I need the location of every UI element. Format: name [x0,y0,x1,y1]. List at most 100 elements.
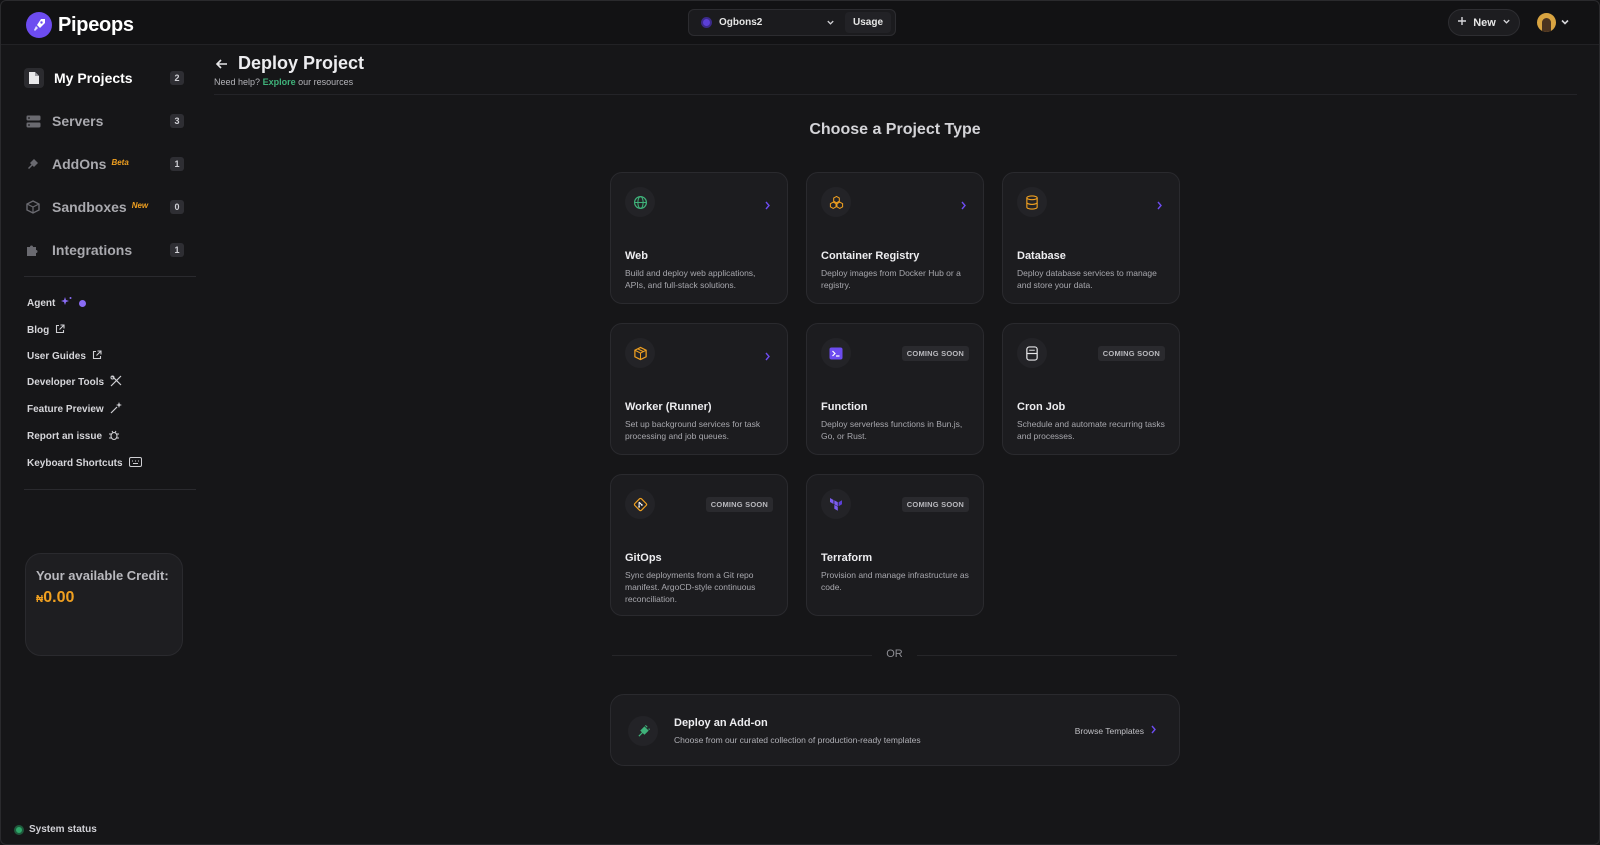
card-title: GitOps [625,552,662,564]
beta-badge: Beta [111,157,129,167]
status-indicator [14,824,24,835]
card-description: Deploy images from Docker Hub or a regis… [821,268,961,290]
project-type-card-container-registry[interactable]: Container Registry Deploy images from Do… [806,172,984,304]
user-menu[interactable] [1534,9,1576,36]
project-type-card-database[interactable]: Database Deploy database services to man… [1002,172,1180,304]
sidebar-link-keyboard-shortcuts[interactable]: Keyboard Shortcuts [27,455,142,471]
terminal-icon [821,338,851,368]
credit-value: 0.00 [43,589,75,606]
chevron-right-icon [960,197,967,215]
coming-soon-badge: COMING SOON [1097,346,1165,361]
count-badge: 3 [170,114,184,128]
sidebar-divider [24,489,196,490]
sidebar-item-servers[interactable]: Servers 3 [24,107,184,135]
server-icon [24,112,42,130]
card-title: Web [625,250,649,262]
sidebar-item-label: Sandboxes [52,199,127,215]
card-description: Deploy database services to manage and s… [1017,268,1157,290]
or-label: OR [886,648,903,660]
sidebar-link-label: Report an issue [27,430,103,442]
back-arrow-icon[interactable] [214,56,230,72]
sidebar-link-developer-tools[interactable]: Developer Tools [27,374,122,390]
chevron-down-icon[interactable] [823,18,837,27]
or-separator: OR [612,648,1177,662]
addon-description: Choose from our curated collection of pr… [674,735,921,745]
chevron-right-icon [764,197,771,215]
sidebar-item-sandboxes[interactable]: Sandboxes New 0 [24,193,184,221]
card-description: Deploy serverless functions in Bun.js, G… [821,419,963,441]
new-button-label: New [1473,16,1496,29]
terraform-icon [821,489,851,519]
keyboard-icon [128,456,142,470]
sidebar-divider [24,276,196,277]
hourglass-icon [1017,338,1047,368]
document-icon [24,68,44,88]
preview-sparkle-icon [110,401,123,417]
sidebar-item-label: AddOns [52,156,107,172]
sidebar-link-label: Blog [27,324,50,336]
agent-status-dot [79,299,87,307]
deploy-addon-card[interactable]: Deploy an Add-on Choose from our curated… [610,694,1180,766]
sidebar-link-user-guides[interactable]: User Guides [27,348,102,364]
sidebar-item-integrations[interactable]: Integrations 1 [24,236,184,264]
chevron-right-icon [764,348,771,366]
sidebar-link-label: Feature Preview [27,403,104,415]
explore-link[interactable]: Explore [263,77,296,87]
coming-soon-badge: COMING SOON [901,497,969,512]
external-link-icon [55,323,65,337]
workspace-switcher[interactable]: Ogbons2 Usage [688,9,896,36]
addon-title: Deploy an Add-on [674,717,768,729]
usage-button[interactable]: Usage [845,12,892,33]
help-prefix: Need help? [214,77,261,87]
project-type-card-web[interactable]: Web Build and deploy web applications, A… [610,172,788,304]
workspace-name: Ogbons2 [719,17,763,28]
credit-card: Your available Credit: ₦0.00 [25,553,183,656]
count-badge: 1 [170,157,184,171]
project-type-card-terraform: COMING SOON Terraform Provision and mana… [806,474,984,616]
chevron-down-icon [1560,14,1570,32]
app-name: Pipeops [58,13,134,36]
system-status[interactable]: System status [14,824,97,835]
browse-templates-label: Browse Templates [1074,725,1144,736]
git-icon [625,489,655,519]
sidebar-item-my-projects[interactable]: My Projects 2 [24,64,184,92]
sidebar-link-feature-preview[interactable]: Feature Preview [27,401,123,417]
new-button[interactable]: New [1448,9,1520,36]
project-type-card-function: COMING SOON Function Deploy serverless f… [806,323,984,455]
containers-icon [821,187,851,217]
database-icon [1017,187,1047,217]
sidebar-link-label: User Guides [27,350,86,362]
card-description: Set up background services for task proc… [625,419,761,441]
sidebar-link-agent[interactable]: Agent [27,295,87,311]
globe-icon [625,187,655,217]
coming-soon-badge: COMING SOON [705,497,773,512]
sidebar-item-label: Servers [52,113,104,129]
sidebar-link-label: Developer Tools [27,376,105,388]
plug-icon [24,155,42,173]
app-logo[interactable]: Pipeops [26,12,134,38]
sidebar-item-label: Integrations [52,242,133,258]
rocket-icon [26,12,52,38]
sidebar-item-label: My Projects [54,70,133,86]
sidebar-item-addons[interactable]: AddOns Beta 1 [24,150,184,178]
puzzle-icon [24,241,42,259]
chevron-right-icon [1156,197,1163,215]
plus-icon [1457,16,1467,29]
help-text: Need help? Explore our resources [214,77,353,87]
sidebar: My Projects 2 Servers 3 AddOns Beta 1 Sa… [0,45,196,845]
project-type-card-cron-job: COMING SOON Cron Job Schedule and automa… [1002,323,1180,455]
plug-icon [628,716,658,746]
status-label: System status [29,824,97,835]
card-title: Worker (Runner) [625,401,712,413]
sidebar-link-blog[interactable]: Blog [27,322,65,338]
count-badge: 0 [170,200,184,214]
project-type-card-worker[interactable]: Worker (Runner) Set up background servic… [610,323,788,455]
top-bar: Pipeops Ogbons2 Usage New [0,0,1600,45]
avatar [1537,13,1556,32]
box-icon [24,198,42,216]
card-description: Build and deploy web applications, APIs,… [625,268,756,290]
browse-templates-link[interactable]: Browse Templates [1075,725,1157,736]
sidebar-link-report-issue[interactable]: Report an issue [27,428,120,444]
external-link-icon [92,349,102,363]
card-title: Terraform [821,552,873,564]
